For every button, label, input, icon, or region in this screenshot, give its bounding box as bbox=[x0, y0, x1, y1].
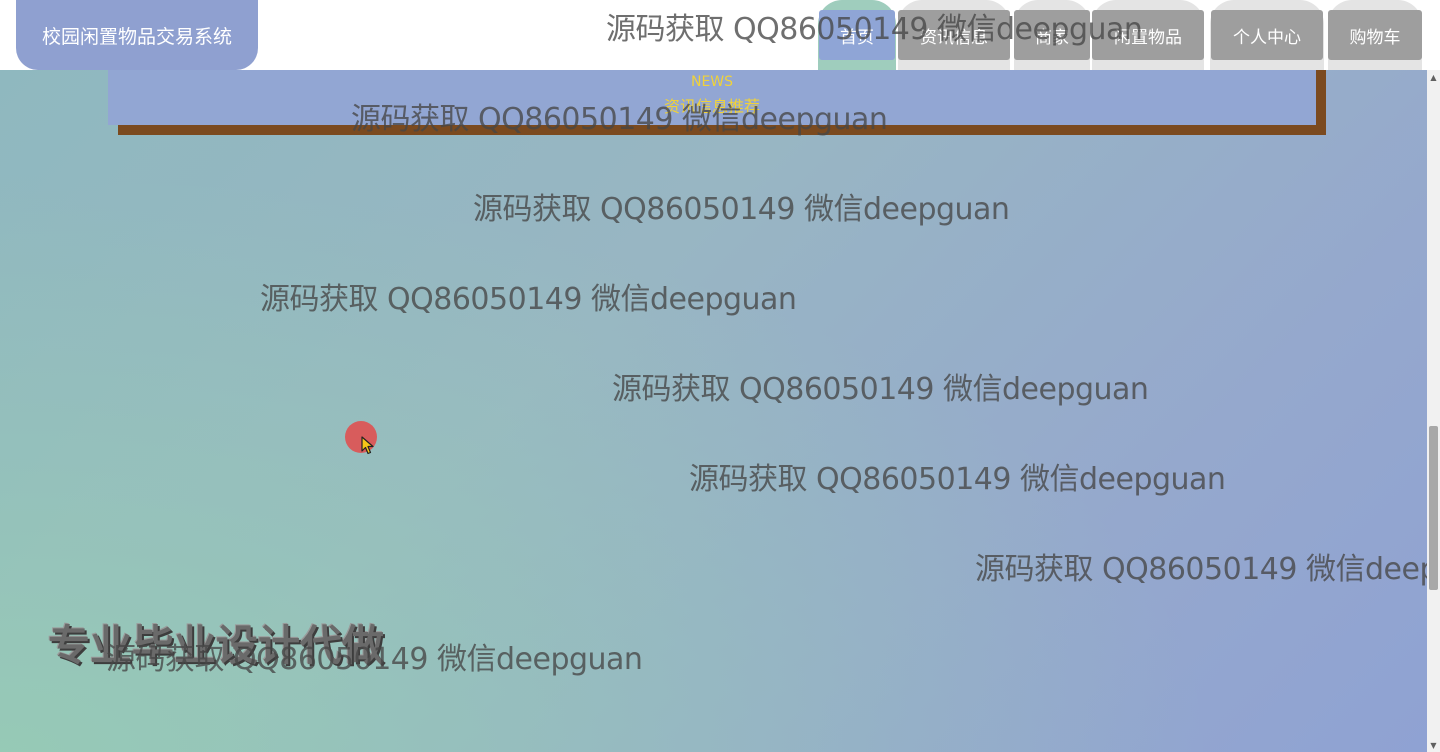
site-title[interactable]: 校园闲置物品交易系统 bbox=[16, 0, 258, 70]
watermark-text: 源码获取 QQ86050149 微信deepguan bbox=[606, 12, 1143, 47]
nav-tab-personal-center[interactable]: 个人中心 bbox=[1210, 0, 1324, 70]
watermark-text: 源码获取 QQ86050149 微信deepguan bbox=[351, 102, 888, 137]
scrollbar-thumb[interactable] bbox=[1429, 426, 1438, 590]
scroll-up-arrow-icon[interactable]: ▲ bbox=[1427, 70, 1440, 84]
watermark-text: 源码获取 QQ86050149 微信deepguan bbox=[689, 462, 1226, 497]
watermark-text: 源码获取 QQ86050149 微信deepguan bbox=[975, 552, 1427, 587]
vertical-scrollbar[interactable]: ▲ ▼ bbox=[1427, 70, 1440, 752]
news-title-en: NEWS bbox=[690, 74, 734, 90]
watermark-text: 源码获取 QQ86050149 微信deepguan bbox=[260, 282, 797, 317]
nav-tab-cart[interactable]: 购物车 bbox=[1328, 0, 1422, 70]
watermark-text: 源码获取 QQ86050149 微信deepguan bbox=[612, 372, 1149, 407]
watermark-text: 源码获取 QQ86050149 微信deepguan bbox=[106, 642, 643, 677]
nav-label-personal-center[interactable]: 个人中心 bbox=[1211, 10, 1323, 60]
watermark-text: 源码获取 QQ86050149 微信deepguan bbox=[473, 192, 1010, 227]
nav-label-cart[interactable]: 购物车 bbox=[1328, 10, 1422, 60]
scroll-down-arrow-icon[interactable]: ▼ bbox=[1427, 738, 1440, 752]
mouse-cursor-icon bbox=[361, 436, 374, 455]
